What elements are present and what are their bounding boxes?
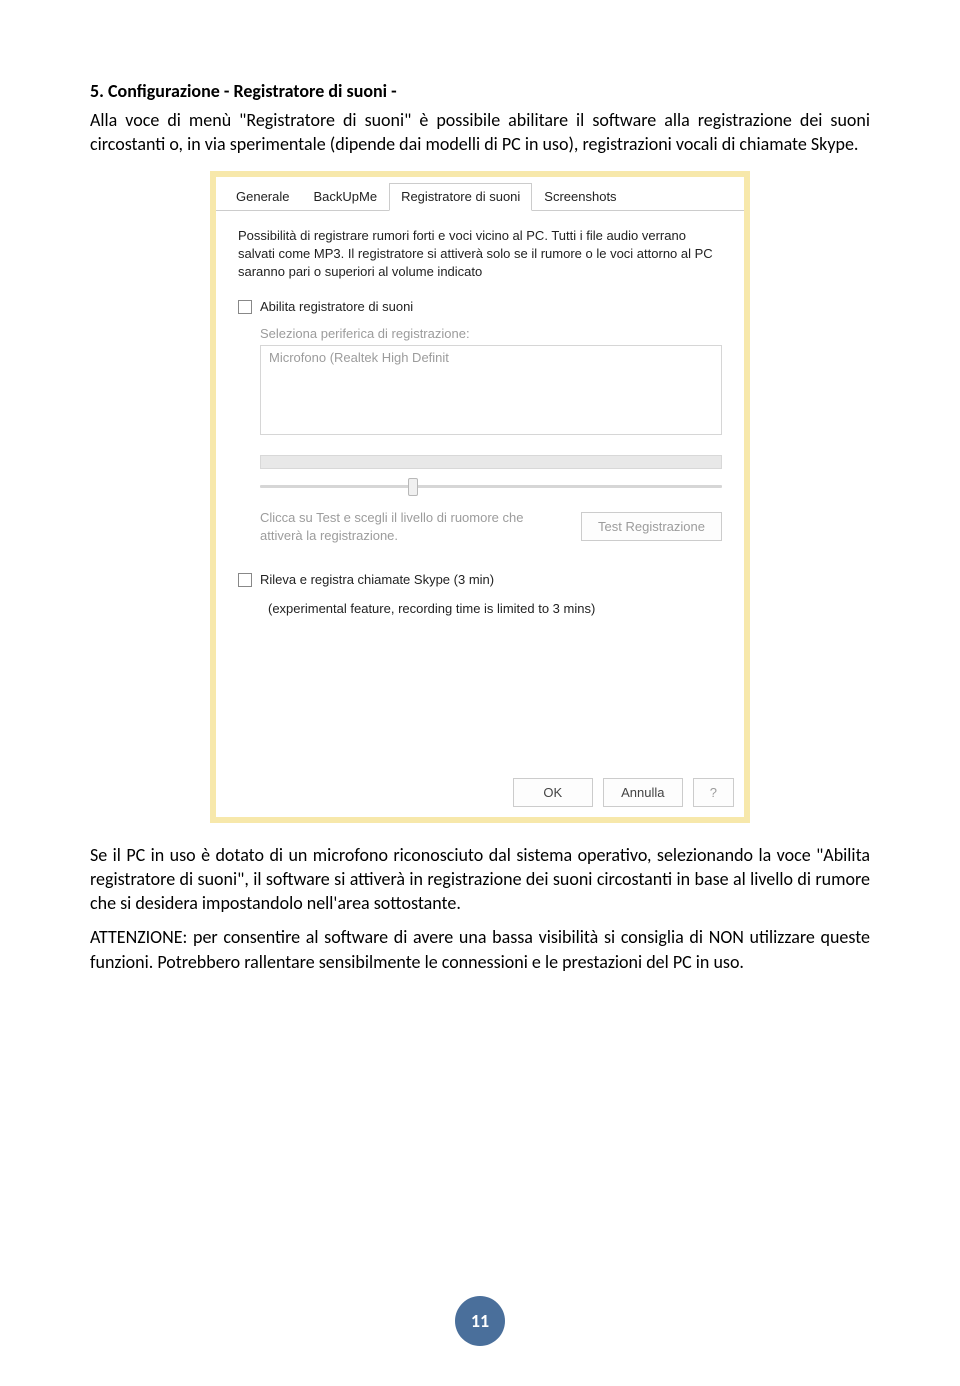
tab-registratore[interactable]: Registratore di suoni <box>389 183 532 211</box>
skype-checkbox-label: Rileva e registra chiamate Skype (3 min) <box>260 572 494 587</box>
ok-button[interactable]: OK <box>513 778 593 807</box>
intro-paragraph: Alla voce di menù "Registratore di suoni… <box>90 108 870 157</box>
volume-meter <box>260 455 722 469</box>
slider-thumb[interactable] <box>408 478 418 496</box>
device-option: Microfono (Realtek High Definit <box>269 350 449 365</box>
tab-screenshots[interactable]: Screenshots <box>532 183 628 211</box>
skype-checkbox[interactable] <box>238 573 252 587</box>
tab-backupme[interactable]: BackUpMe <box>301 183 389 211</box>
paragraph-attention: ATTENZIONE: per consentire al software d… <box>90 925 870 974</box>
test-recording-button[interactable]: Test Registrazione <box>581 512 722 541</box>
slider-track <box>260 485 722 488</box>
tabstrip: Generale BackUpMe Registratore di suoni … <box>216 177 744 211</box>
enable-recorder-label: Abilita registratore di suoni <box>260 299 413 314</box>
device-listbox[interactable]: Microfono (Realtek High Definit <box>260 345 722 435</box>
device-select-label: Seleziona periferica di registrazione: <box>260 326 722 341</box>
settings-dialog: Generale BackUpMe Registratore di suoni … <box>210 171 750 823</box>
section-heading: 5. Configurazione - Registratore di suon… <box>90 80 870 102</box>
skype-note: (experimental feature, recording time is… <box>268 601 722 616</box>
help-button[interactable]: ? <box>693 778 734 807</box>
dialog-buttons: OK Annulla ? <box>216 768 744 817</box>
page-number-badge: 11 <box>455 1296 505 1346</box>
paragraph-2: Se il PC in uso è dotato di un microfono… <box>90 843 870 916</box>
enable-recorder-checkbox[interactable] <box>238 300 252 314</box>
threshold-slider[interactable] <box>260 475 722 499</box>
test-hint: Clicca su Test e scegli il livello di ru… <box>260 509 569 544</box>
tab-description: Possibilità di registrare rumori forti e… <box>238 227 722 282</box>
tab-generale[interactable]: Generale <box>224 183 301 211</box>
cancel-button[interactable]: Annulla <box>603 778 683 807</box>
